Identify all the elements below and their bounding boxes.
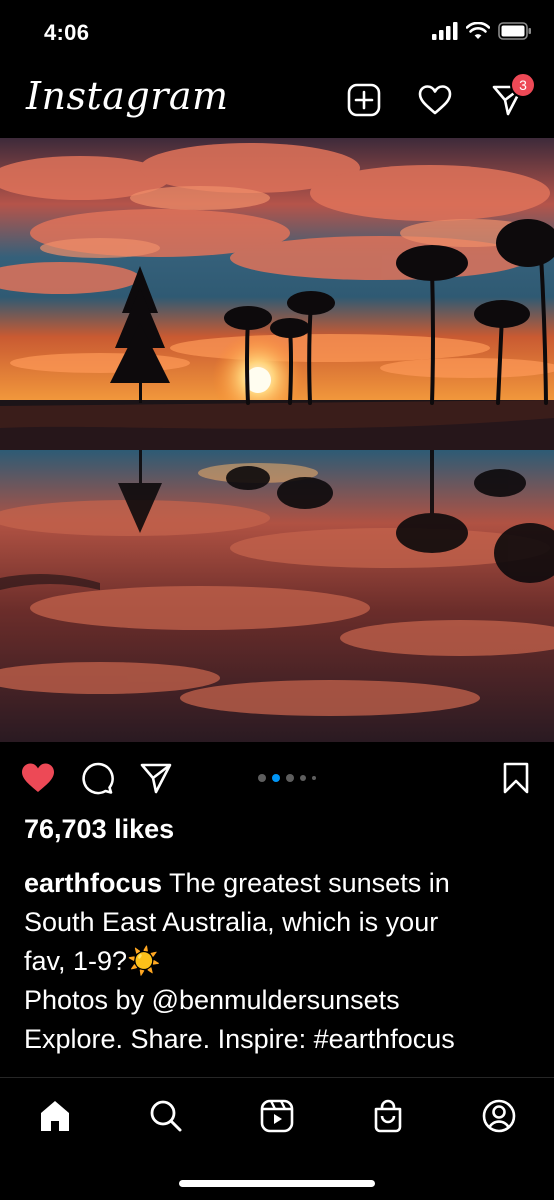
dm-badge: 3: [510, 72, 536, 98]
app-header: Instagram 3: [0, 62, 554, 138]
reels-icon: [260, 1099, 294, 1133]
carousel-dot: [300, 775, 306, 781]
sunset-photo: [0, 138, 554, 742]
nav-home[interactable]: [33, 1094, 77, 1138]
home-icon: [41, 1101, 69, 1131]
status-time: 4:06: [44, 20, 90, 45]
like-button[interactable]: [18, 758, 58, 798]
search-icon: [150, 1100, 182, 1132]
carousel-dot: [258, 774, 266, 782]
direct-messages-button[interactable]: 3: [488, 72, 536, 120]
nav-profile[interactable]: [477, 1094, 521, 1138]
share-button[interactable]: [136, 758, 176, 798]
save-button[interactable]: [496, 758, 536, 798]
comment-button[interactable]: [77, 758, 117, 798]
profile-icon: [482, 1099, 516, 1133]
heart-filled-icon: [22, 763, 54, 792]
caption-hashtag-line: Explore. Share. Inspire: #earthfocus: [24, 1024, 455, 1054]
sun-emoji: ☀️: [127, 946, 161, 976]
caption-username[interactable]: earthfocus: [24, 868, 162, 898]
activity-button[interactable]: [415, 80, 455, 120]
caption-line-3: fav, 1-9?☀️: [24, 942, 536, 981]
nav-search[interactable]: [144, 1094, 188, 1138]
post-actions: [0, 742, 554, 814]
carousel-dot: [312, 776, 316, 780]
carousel-dot-active: [272, 774, 280, 782]
status-icons: [432, 22, 532, 40]
status-bar: 4:06: [0, 0, 554, 62]
nav-shop[interactable]: [366, 1094, 410, 1138]
signal-icon: [432, 22, 458, 40]
carousel-dot: [286, 774, 294, 782]
bottom-nav: [0, 1078, 554, 1158]
likes-count[interactable]: 76,703 likes: [24, 814, 174, 845]
caption-line-1: earthfocus The greatest sunsets in: [24, 864, 536, 903]
caption-text-2: South East Australia, which is your: [24, 907, 439, 937]
bookmark-icon: [503, 762, 529, 794]
post-photo[interactable]: [0, 138, 554, 742]
heart-icon: [418, 85, 452, 115]
caption-credit: Photos by @benmuldersunsets: [24, 985, 400, 1015]
share-icon: [140, 763, 172, 794]
instagram-logo[interactable]: Instagram: [26, 74, 229, 118]
new-post-button[interactable]: [344, 80, 384, 120]
battery-icon: [498, 22, 531, 40]
comment-icon: [82, 762, 114, 795]
carousel-indicator: [258, 774, 316, 782]
caption-text-1: The greatest sunsets in: [162, 868, 450, 898]
new-post-icon: [347, 83, 381, 117]
nav-reels[interactable]: [255, 1094, 299, 1138]
shop-icon: [374, 1099, 402, 1133]
wifi-icon: [466, 22, 490, 39]
post-caption: earthfocus The greatest sunsets in South…: [24, 864, 536, 1059]
home-indicator: [179, 1180, 375, 1187]
caption-text-3: fav, 1-9?: [24, 946, 128, 976]
